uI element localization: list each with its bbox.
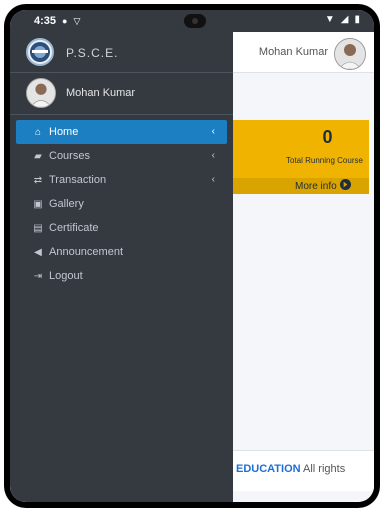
status-time: 4:35 — [34, 15, 57, 27]
sidebar-item-label: Logout — [49, 270, 83, 282]
sidebar-nav: ⌂ Home ‹ ▰ Courses ‹ ⇄ Transaction ‹ ▣ G… — [10, 120, 233, 288]
sidebar-item-label: Gallery — [49, 198, 84, 210]
sidebar-item-transaction[interactable]: ⇄ Transaction ‹ — [16, 168, 227, 192]
footer-rights: All rights — [303, 463, 346, 475]
sidebar-item-announcement[interactable]: ◀ Announcement — [16, 240, 227, 264]
sidebar-item-label: Certificate — [49, 222, 99, 234]
brand-text: P.S.C.E. — [66, 46, 119, 60]
chevron-left-icon: ‹ — [211, 174, 215, 185]
phone-frame: 4:35 ● ▽ ▼ ◢ ▮ Mohan Kumar 0 Total Runni… — [4, 4, 380, 508]
megaphone-icon: ◀ — [34, 246, 42, 258]
sidebar-item-label: Announcement — [49, 246, 123, 258]
sidebar-user-name: Mohan Kumar — [66, 87, 136, 99]
chevron-left-icon: ‹ — [211, 150, 215, 161]
image-icon: ▣ — [33, 198, 43, 210]
book-icon: ▰ — [34, 150, 42, 162]
sidebar-item-courses[interactable]: ▰ Courses ‹ — [16, 144, 227, 168]
sidebar-item-gallery[interactable]: ▣ Gallery — [16, 192, 227, 216]
sidebar-item-home[interactable]: ⌂ Home ‹ — [16, 120, 227, 144]
sidebar-item-logout[interactable]: ⇥ Logout — [16, 264, 227, 288]
signal-icon: ◢ — [340, 14, 349, 25]
screen: 4:35 ● ▽ ▼ ◢ ▮ Mohan Kumar 0 Total Runni… — [10, 10, 374, 502]
sidebar-item-certificate[interactable]: ▤ Certificate — [16, 216, 227, 240]
home-icon: ⌂ — [34, 126, 42, 138]
camera-cutout — [184, 14, 206, 28]
certificate-icon: ▤ — [33, 222, 43, 234]
arrow-circle-right-icon — [339, 179, 351, 193]
footer-brand[interactable]: EDUCATION — [236, 463, 301, 475]
brand-logo — [26, 38, 54, 66]
navbar-avatar[interactable] — [334, 38, 366, 70]
sidebar-brand[interactable]: P.S.C.E. — [10, 32, 233, 73]
running-course-label: Total Running Course — [286, 156, 363, 165]
sidebar-item-label: Courses — [49, 150, 90, 162]
logout-icon: ⇥ — [33, 270, 43, 282]
sidebar-avatar — [26, 78, 56, 108]
battery-icon: ▮ — [354, 14, 360, 25]
sidebar: P.S.C.E. Mohan Kumar ⌂ Home ‹ ▰ Courses … — [10, 32, 233, 502]
sidebar-item-label: Home — [49, 126, 79, 138]
status-bar: 4:35 ● ▽ ▼ ◢ ▮ — [10, 10, 374, 32]
sidebar-item-label: Transaction — [49, 174, 107, 186]
shield-icon: ▽ — [73, 15, 81, 26]
more-info-label: More info — [295, 180, 337, 192]
sidebar-user-panel[interactable]: Mohan Kumar — [10, 72, 233, 115]
navbar-user-name[interactable]: Mohan Kumar — [259, 46, 328, 58]
status-icons: ▼ ◢ ▮ — [325, 14, 360, 25]
exchange-icon: ⇄ — [33, 174, 43, 186]
chevron-left-icon: ‹ — [211, 126, 215, 137]
notification-icon: ● — [62, 16, 68, 26]
footer-text: EDUCATION All rights — [236, 463, 345, 475]
wifi-icon: ▼ — [324, 14, 335, 25]
